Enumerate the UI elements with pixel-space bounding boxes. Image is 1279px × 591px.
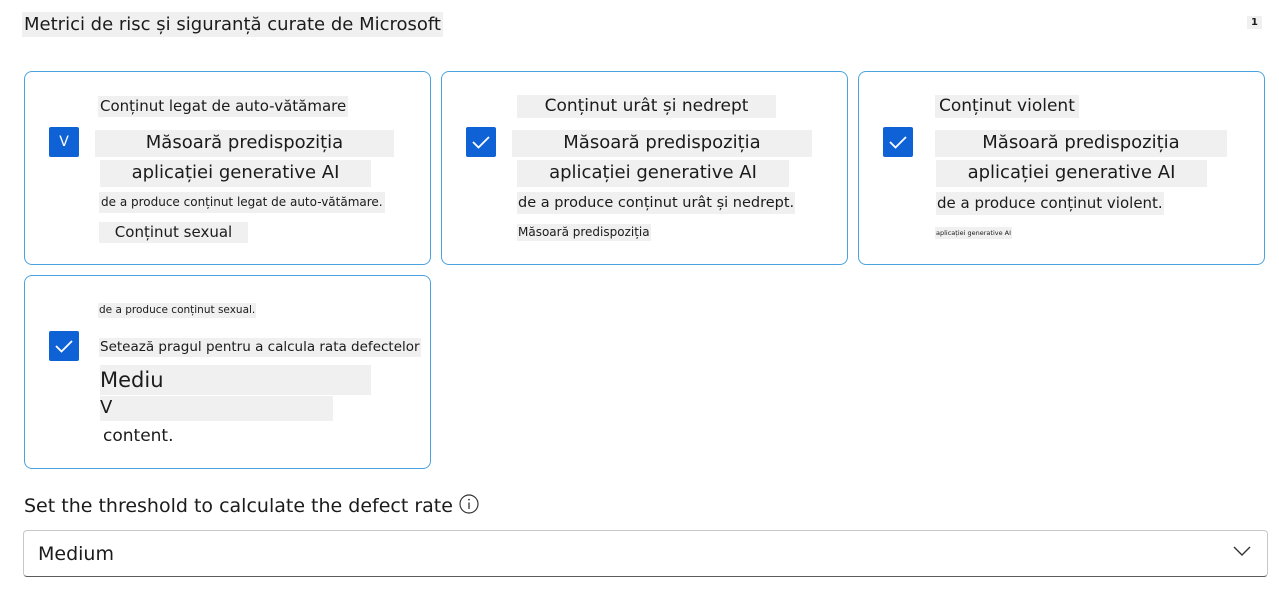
checkbox-sexual[interactable] <box>49 331 79 361</box>
metric-desc-line-4: aplicației generative AI <box>935 227 1013 240</box>
metric-card-violence[interactable]: Conținut violent Măsoară predispoziția a… <box>858 71 1265 265</box>
metric-desc-line-2: aplicației generative AI <box>936 160 1207 187</box>
metric-card-sexual[interactable]: de a produce conținut sexual. Setează pr… <box>24 275 431 469</box>
checkbox-violence[interactable] <box>883 127 913 157</box>
checkbox-self-harm[interactable]: V <box>49 127 79 157</box>
checkbox-hate-unfairness[interactable] <box>466 127 496 157</box>
metric-desc-line-1: Măsoară predispoziția <box>935 130 1227 157</box>
metric-name: Conținut urât și nedrept <box>517 95 776 119</box>
threshold-label: Set the threshold to calculate the defec… <box>24 495 453 517</box>
metric-desc-line-1: Măsoară predispoziția <box>512 130 812 157</box>
threshold-dropdown[interactable]: Medium <box>23 530 1268 577</box>
chevron-down-icon <box>1233 546 1251 556</box>
metric-name: Conținut legat de auto-vătămare <box>98 96 349 117</box>
metric-desc-line-2: aplicației generative AI <box>517 160 789 187</box>
checkmark-icon <box>889 136 907 149</box>
info-icon[interactable] <box>459 494 479 514</box>
count-badge: 1 <box>1247 16 1262 29</box>
metric-desc-line-4: Conținut sexual <box>99 222 248 243</box>
metric-desc-line-4: Măsoară predispoziția <box>517 224 651 241</box>
checkbox-glyph: V <box>59 134 69 150</box>
threshold-dropdown-value: Medium <box>38 543 114 565</box>
metric-card-hate-unfairness[interactable]: Conținut urât și nedrept Măsoară predisp… <box>441 71 848 265</box>
dropdown-glyph: V <box>100 396 333 421</box>
page: Metrici de risc și siguranță curate de M… <box>0 0 1279 591</box>
page-title: Metrici de risc și siguranță curate de M… <box>22 12 443 37</box>
metric-desc-line-1: Măsoară predispoziția <box>95 130 394 157</box>
checkmark-icon <box>472 136 490 149</box>
threshold-caption: Setează pragul pentru a calcula rata def… <box>99 338 421 357</box>
metric-desc-line-3: de a produce conținut urât și nedrept. <box>517 192 796 215</box>
metric-desc-line-3: de a produce conținut violent. <box>936 192 1164 215</box>
metric-name: Conținut violent <box>935 95 1079 119</box>
metric-desc-line-5: content. <box>103 426 174 446</box>
metric-card-self-harm[interactable]: V Conținut legat de auto-vătămare Măsoar… <box>24 71 431 265</box>
threshold-value-ro: Mediu <box>100 365 371 396</box>
metric-desc-line-1: de a produce conținut sexual. <box>98 303 257 319</box>
metric-desc-line-3: de a produce conținut legat de auto-vătă… <box>99 192 385 213</box>
metric-desc-line-2: aplicației generative AI <box>100 160 371 187</box>
checkmark-icon <box>55 340 73 353</box>
